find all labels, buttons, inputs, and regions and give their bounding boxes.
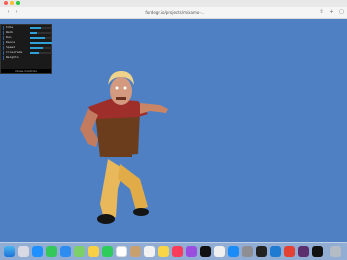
podcasts-icon[interactable] bbox=[186, 246, 197, 257]
controls-panel[interactable]: Idle Walk Run Dance Speed Crossfade Weig… bbox=[0, 24, 52, 74]
new-tab-icon[interactable]: + bbox=[328, 9, 335, 16]
gui-label: Weights bbox=[6, 55, 19, 59]
calendar-icon[interactable] bbox=[116, 246, 127, 257]
dock bbox=[0, 242, 347, 260]
tv-icon[interactable] bbox=[200, 246, 211, 257]
zoom-window-button[interactable] bbox=[16, 1, 20, 5]
settings-icon[interactable] bbox=[242, 246, 253, 257]
browser-toolbar: ‹ › fordegr.io/projects/mixamo-... ⇧ + ▢ bbox=[0, 0, 347, 19]
minimize-window-button[interactable] bbox=[10, 1, 14, 5]
gui-label: Walk bbox=[6, 30, 14, 34]
gui-label: Dance bbox=[6, 40, 16, 44]
news-icon[interactable] bbox=[214, 246, 225, 257]
mail-icon[interactable] bbox=[60, 246, 71, 257]
figma-icon[interactable] bbox=[312, 246, 323, 257]
reminders-icon[interactable] bbox=[144, 246, 155, 257]
back-icon[interactable]: ‹ bbox=[5, 9, 12, 16]
share-icon[interactable]: ⇧ bbox=[318, 9, 325, 16]
contacts-icon[interactable] bbox=[130, 246, 141, 257]
tabs-overview-icon[interactable]: ▢ bbox=[338, 9, 345, 16]
photos-icon[interactable] bbox=[88, 246, 99, 257]
music-icon[interactable] bbox=[172, 246, 183, 257]
slider-fill[interactable] bbox=[30, 32, 37, 34]
gui-label: Idle bbox=[6, 25, 14, 29]
close-controls-button[interactable]: Close Controls bbox=[1, 69, 51, 73]
facetime-icon[interactable] bbox=[102, 246, 113, 257]
gui-label: Crossfade bbox=[6, 50, 23, 54]
slider-fill[interactable] bbox=[30, 27, 41, 29]
appstore-icon[interactable] bbox=[228, 246, 239, 257]
forward-icon[interactable]: › bbox=[13, 9, 20, 16]
character-model bbox=[80, 71, 168, 224]
slider-fill[interactable] bbox=[30, 37, 45, 39]
slider-fill[interactable] bbox=[30, 52, 39, 54]
slack-icon[interactable] bbox=[298, 246, 309, 257]
safari-icon[interactable] bbox=[32, 246, 43, 257]
notes-icon[interactable] bbox=[158, 246, 169, 257]
window-controls bbox=[4, 1, 20, 5]
launchpad-icon[interactable] bbox=[18, 246, 29, 257]
webgl-canvas[interactable] bbox=[0, 19, 347, 240]
messages-icon[interactable] bbox=[46, 246, 57, 257]
tab-strip bbox=[0, 0, 347, 7]
close-window-button[interactable] bbox=[4, 1, 8, 5]
terminal-icon[interactable] bbox=[256, 246, 267, 257]
chrome-icon[interactable] bbox=[284, 246, 295, 257]
slider-fill[interactable] bbox=[30, 47, 43, 49]
gui-row[interactable]: Weights bbox=[3, 55, 49, 60]
maps-icon[interactable] bbox=[74, 246, 85, 257]
vscode-icon[interactable] bbox=[270, 246, 281, 257]
gui-label: Speed bbox=[6, 45, 16, 49]
trash-icon[interactable] bbox=[330, 246, 341, 257]
gui-label: Run bbox=[6, 35, 12, 39]
finder-icon[interactable] bbox=[4, 246, 15, 257]
slider-fill[interactable] bbox=[30, 42, 52, 44]
address-bar[interactable]: fordegr.io/projects/mixamo-... bbox=[100, 9, 250, 17]
